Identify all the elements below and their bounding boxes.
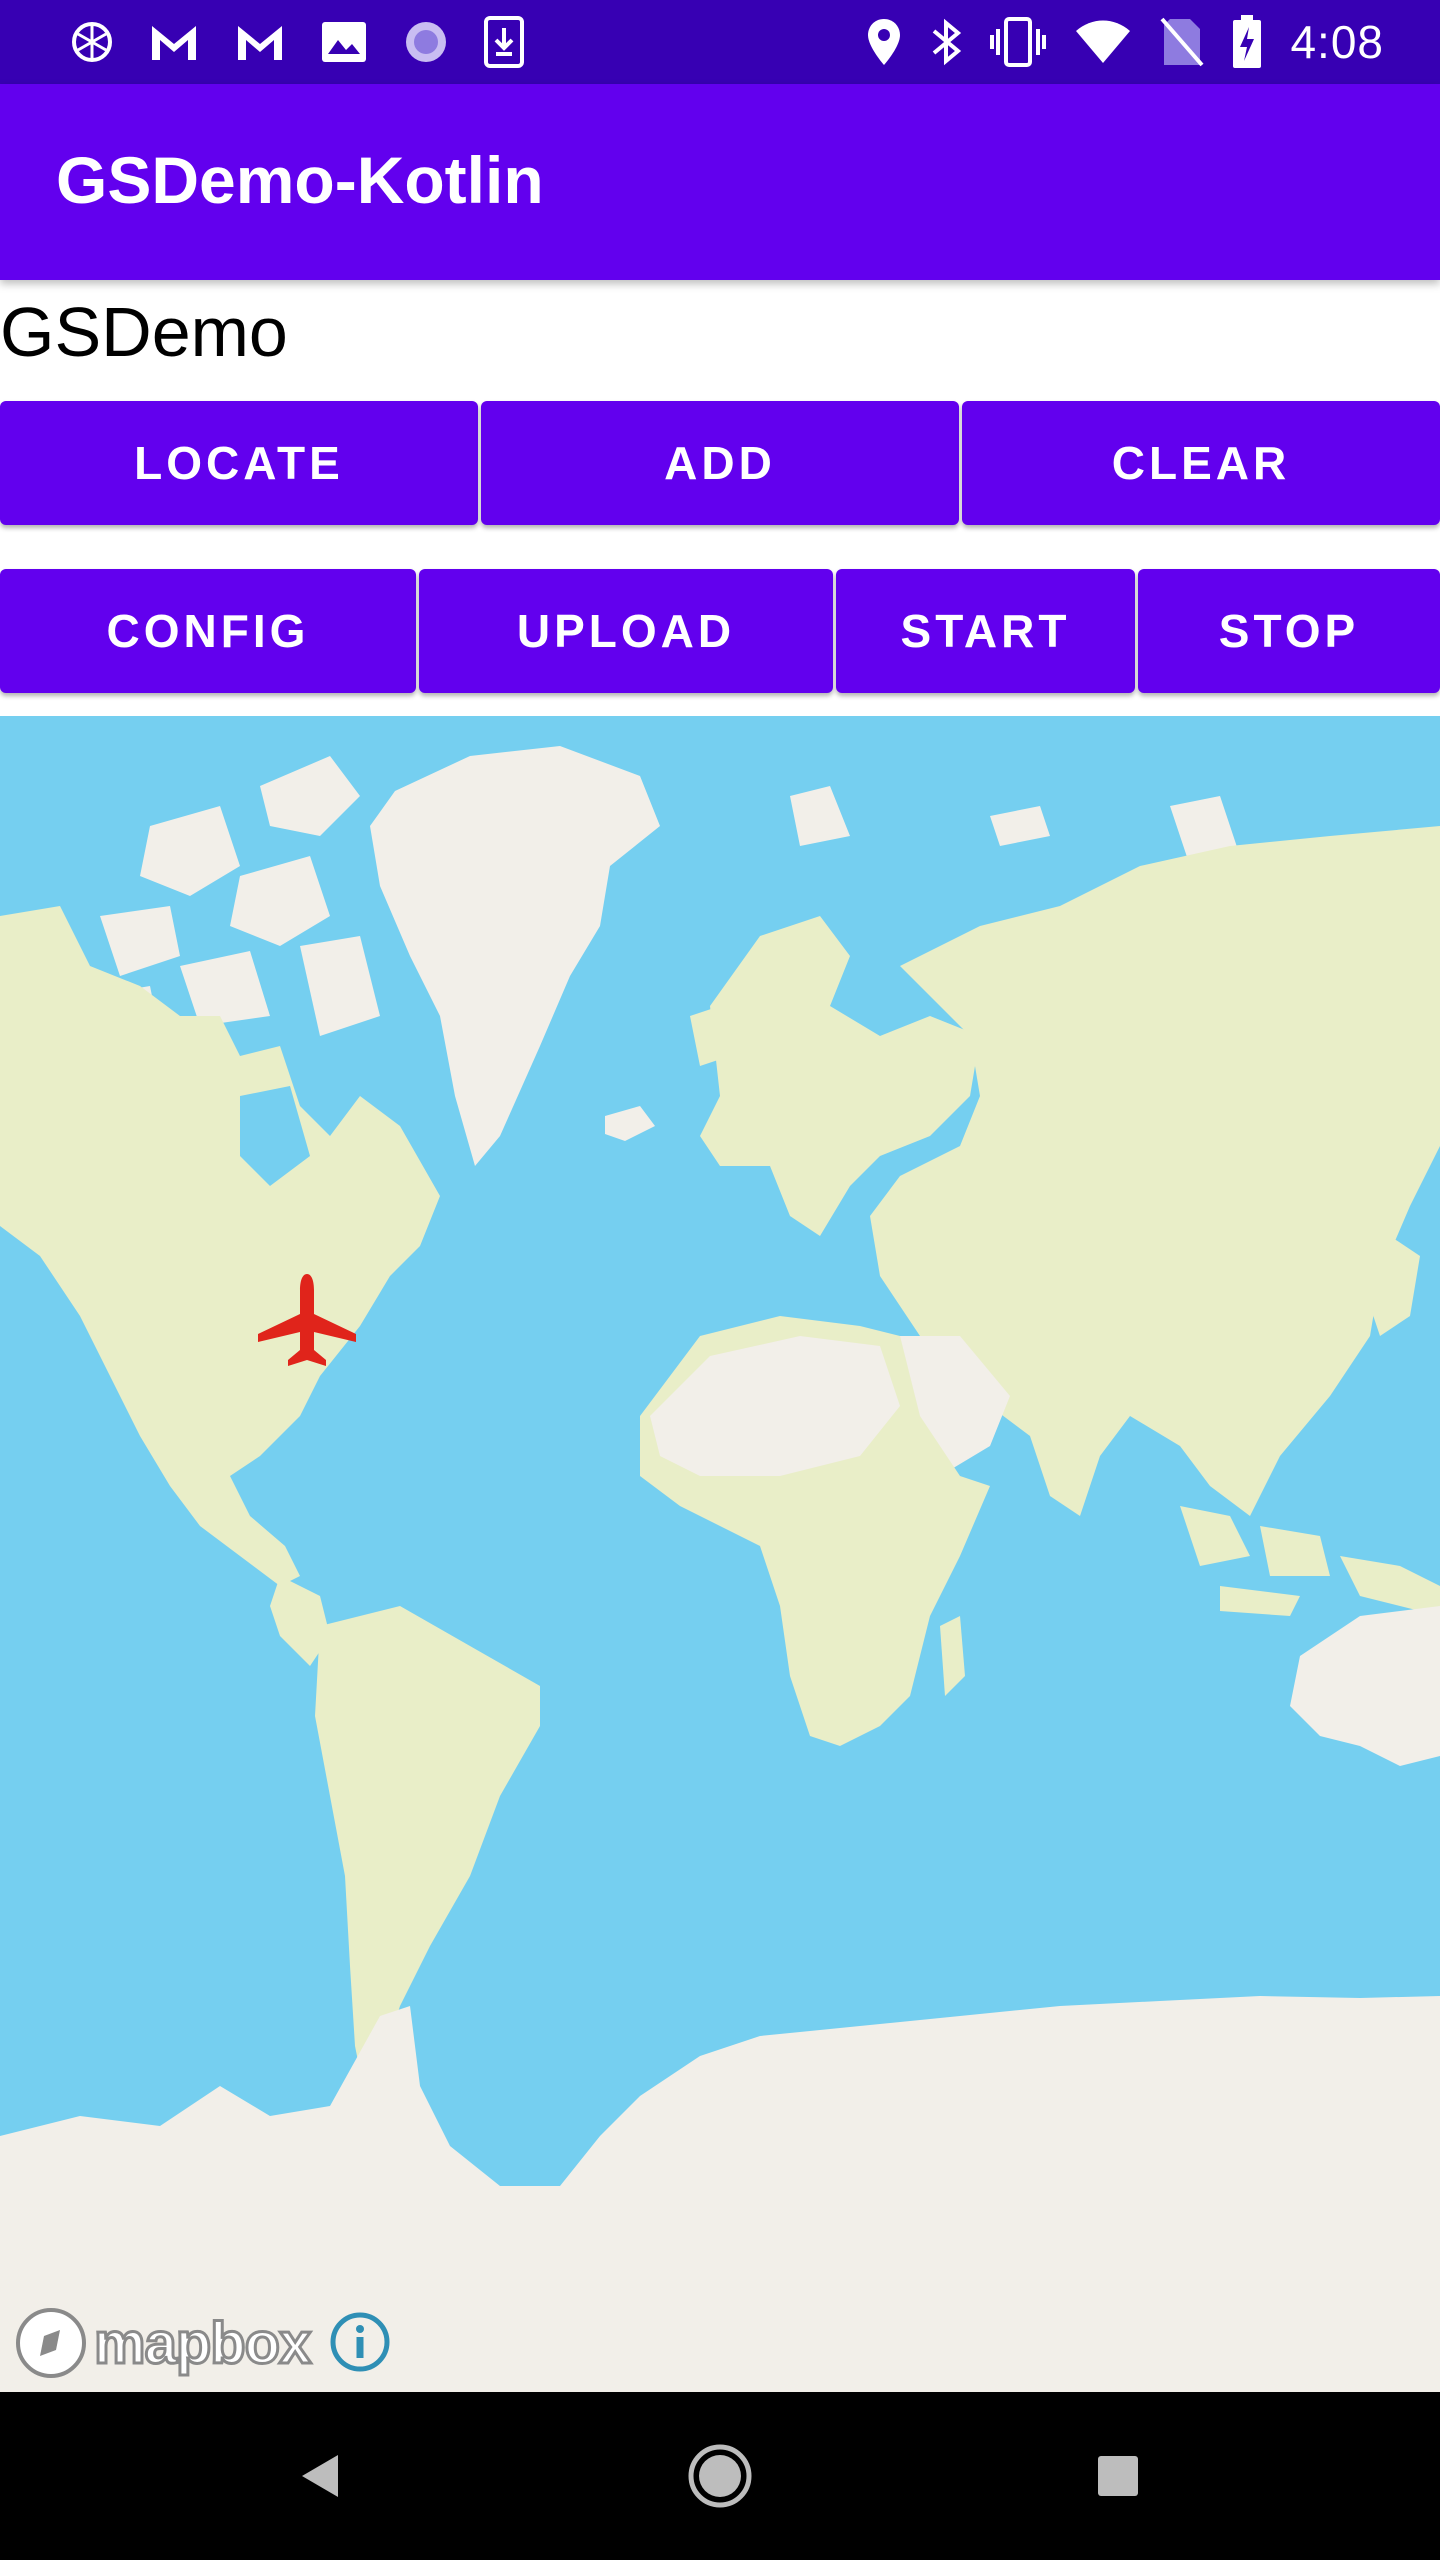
screen-label: GSDemo <box>0 293 288 371</box>
iceland <box>605 1106 655 1141</box>
stop-button[interactable]: STOP <box>1138 569 1440 693</box>
world-map <box>0 746 1440 2392</box>
location-icon <box>866 17 902 67</box>
info-icon[interactable] <box>328 2310 392 2379</box>
status-bar: 4:08 <box>0 0 1440 84</box>
bluetooth-icon <box>930 17 962 67</box>
image-icon <box>320 20 368 64</box>
app-notification-icon <box>70 20 114 64</box>
app-title: GSDemo-Kotlin <box>56 143 544 217</box>
mapbox-compass-icon <box>16 2308 86 2378</box>
clock: 4:08 <box>1290 16 1384 68</box>
app-bar: GSDemo-Kotlin <box>0 84 1440 280</box>
southeast-asia-islands <box>1180 1506 1440 1616</box>
vibrate-icon <box>990 17 1047 67</box>
sync-progress-icon <box>402 18 450 66</box>
map-view[interactable] <box>0 716 1440 2392</box>
gmail-icon <box>148 22 200 62</box>
home-icon <box>688 2444 752 2508</box>
wifi-icon <box>1074 19 1132 65</box>
recents-button[interactable] <box>1058 2392 1178 2560</box>
screen: 4:08 GSDemo-Kotlin GSDemo LOCATE ADD CLE… <box>0 0 1440 2560</box>
locate-button[interactable]: LOCATE <box>0 401 478 525</box>
add-button[interactable]: ADD <box>481 401 959 525</box>
start-button[interactable]: START <box>836 569 1135 693</box>
battery-charging-icon <box>1232 15 1262 69</box>
config-button[interactable]: CONFIG <box>0 569 416 693</box>
navigation-bar <box>0 2392 1440 2560</box>
mapbox-logo[interactable]: mapbox <box>14 2306 313 2380</box>
south-america <box>315 1606 540 2096</box>
back-icon <box>302 2455 338 2497</box>
aircraft-marker-icon[interactable] <box>252 1270 362 1370</box>
home-button[interactable] <box>660 2392 780 2560</box>
recents-icon <box>1098 2456 1138 2496</box>
madagascar <box>940 1616 965 1696</box>
no-sim-icon <box>1160 17 1204 67</box>
gmail-icon <box>234 22 286 62</box>
status-left-icons <box>70 14 524 70</box>
clear-button[interactable]: CLEAR <box>962 401 1440 525</box>
mapbox-wordmark: mapbox <box>92 2309 312 2377</box>
back-button[interactable] <box>260 2392 380 2560</box>
status-right-icons: 4:08 <box>866 14 1384 70</box>
upload-button[interactable]: UPLOAD <box>419 569 833 693</box>
download-icon <box>484 16 524 68</box>
greenland <box>370 746 660 1166</box>
australia <box>1290 1606 1440 1766</box>
